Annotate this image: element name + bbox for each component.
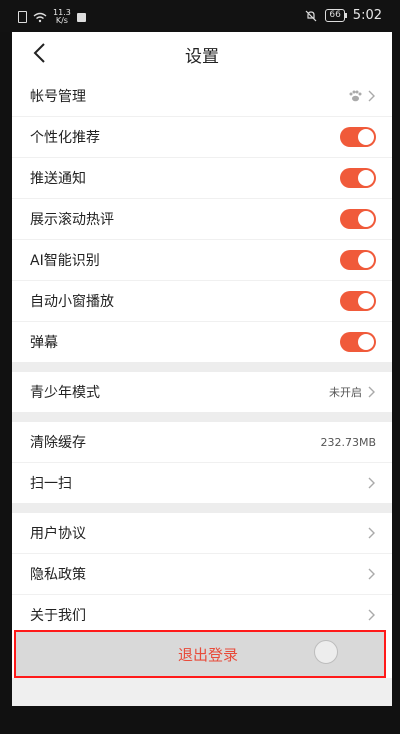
push-notification-toggle[interactable] <box>340 168 376 188</box>
youth-mode-row[interactable]: 青少年模式 未开启 <box>12 372 392 412</box>
toggle-knob <box>358 252 374 268</box>
ai-recognition-toggle[interactable] <box>340 250 376 270</box>
scrolling-comments-row: 展示滚动热评 <box>12 199 392 240</box>
youth-mode-status: 未开启 <box>329 386 362 399</box>
chevron-right-icon <box>368 477 375 489</box>
account-management-row[interactable]: 帐号管理 <box>12 76 392 117</box>
personalized-recommend-row: 个性化推荐 <box>12 117 392 158</box>
toggle-knob <box>358 170 374 186</box>
logout-button[interactable]: 退出登录 <box>36 634 380 674</box>
clock: 5:02 <box>352 8 382 23</box>
row-label: 弹幕 <box>30 335 58 351</box>
status-left: 11.3 K/s <box>18 9 86 25</box>
clear-cache-row[interactable]: 清除缓存 232.73MB <box>12 422 392 463</box>
row-label: 展示滚动热评 <box>30 212 114 228</box>
chevron-right-icon <box>368 568 375 580</box>
row-label: 关于我们 <box>30 608 86 624</box>
push-notification-row: 推送通知 <box>12 158 392 199</box>
section-youth: 青少年模式 未开启 <box>12 372 392 412</box>
chevron-right-icon <box>368 90 375 102</box>
touch-indicator <box>314 640 338 664</box>
scrolling-comments-toggle[interactable] <box>340 209 376 229</box>
scan-row[interactable]: 扫一扫 <box>12 463 392 503</box>
toggle-knob <box>358 211 374 227</box>
row-label: 推送通知 <box>30 171 86 187</box>
section-tools: 清除缓存 232.73MB 扫一扫 <box>12 422 392 503</box>
section-general: 帐号管理 个性化推荐 推送通知 展示滚动热评 AI智能识别 自动小窗播放 弹幕 <box>12 76 392 362</box>
bottom-area <box>12 678 392 706</box>
row-label: 青少年模式 <box>30 385 100 401</box>
privacy-policy-row[interactable]: 隐私政策 <box>12 554 392 595</box>
toggle-knob <box>358 293 374 309</box>
mute-bell-icon <box>305 10 317 21</box>
logout-label: 退出登录 <box>177 645 238 664</box>
ai-recognition-row: AI智能识别 <box>12 240 392 281</box>
row-label: 自动小窗播放 <box>30 294 114 310</box>
section-divider <box>12 412 392 422</box>
row-right: 未开启 <box>329 384 376 400</box>
toggle-knob <box>358 129 374 145</box>
row-label: 用户协议 <box>30 526 86 542</box>
row-label: 个性化推荐 <box>30 130 100 146</box>
row-label: AI智能识别 <box>30 253 100 269</box>
battery-indicator: 66 <box>325 9 348 22</box>
chevron-right-icon <box>368 527 375 539</box>
toggle-knob <box>358 334 374 350</box>
section-about: 用户协议 隐私政策 关于我们 <box>12 513 392 635</box>
auto-mini-window-toggle[interactable] <box>340 291 376 311</box>
sim-icon <box>18 11 27 23</box>
header: 设置 <box>12 32 392 76</box>
row-label: 隐私政策 <box>30 567 86 583</box>
danmaku-row: 弹幕 <box>12 322 392 362</box>
wifi-icon <box>33 12 47 22</box>
settings-screen: 设置 帐号管理 个性化推荐 推送通知 展示滚动热评 AI智能识别 自动小窗播放 … <box>12 32 392 706</box>
cache-size: 232.73MB <box>320 435 376 449</box>
danmaku-toggle[interactable] <box>340 332 376 352</box>
chevron-right-icon <box>368 386 375 398</box>
row-label: 扫一扫 <box>30 476 72 492</box>
row-right: 232.73MB <box>320 436 376 449</box>
page-title: 设置 <box>185 47 219 67</box>
paw-icon <box>349 90 362 102</box>
personalized-recommend-toggle[interactable] <box>340 127 376 147</box>
logout-highlight: 退出登录 <box>14 630 386 678</box>
status-bar: 11.3 K/s 66 5:02 <box>0 0 400 32</box>
network-speed: 11.3 K/s <box>53 9 71 25</box>
notification-icon <box>76 12 86 22</box>
row-label: 帐号管理 <box>30 89 86 105</box>
auto-mini-window-row: 自动小窗播放 <box>12 281 392 322</box>
chevron-right-icon <box>368 609 375 621</box>
about-us-row[interactable]: 关于我们 <box>12 595 392 635</box>
speed-unit: K/s <box>55 16 68 25</box>
row-right <box>348 90 376 102</box>
row-label: 清除缓存 <box>30 435 86 451</box>
section-divider <box>12 503 392 513</box>
user-agreement-row[interactable]: 用户协议 <box>12 513 392 554</box>
status-right: 66 5:02 <box>305 8 382 23</box>
section-divider <box>12 362 392 372</box>
